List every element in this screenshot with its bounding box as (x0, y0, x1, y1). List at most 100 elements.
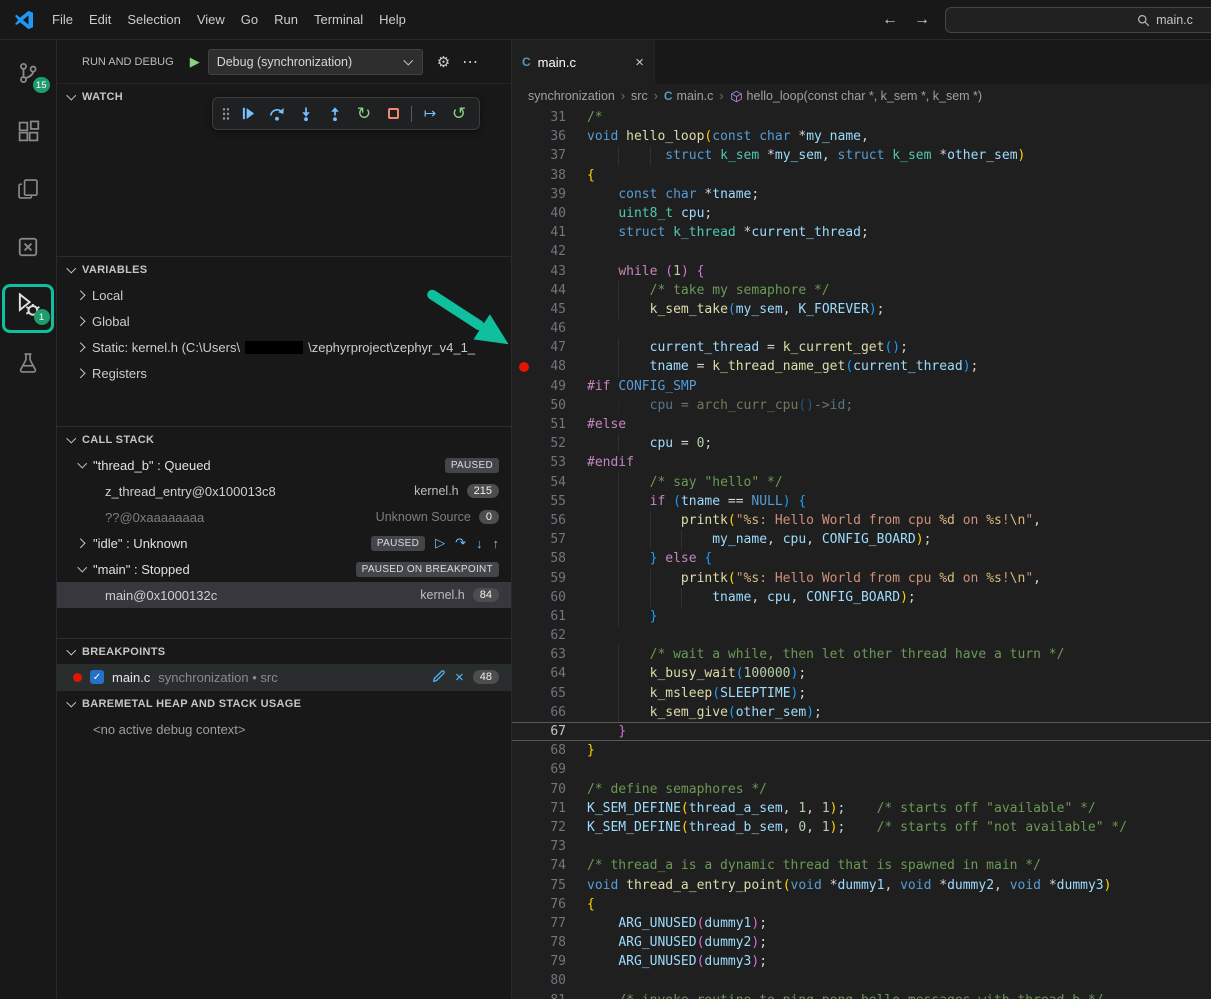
step-into-button[interactable] (295, 103, 317, 125)
code-text[interactable]: #else (587, 415, 626, 434)
code-line-44[interactable]: 44 /* take my semaphore */ (512, 281, 1211, 300)
line-number[interactable]: 56 (536, 511, 566, 530)
close-icon[interactable]: × (635, 55, 644, 70)
code-text[interactable]: void hello_loop(const char *my_name, (587, 127, 869, 146)
extensions-icon[interactable] (0, 102, 57, 160)
line-number[interactable]: 36 (536, 127, 566, 146)
test-flask-icon[interactable] (0, 334, 57, 392)
menu-help[interactable]: Help (371, 12, 414, 27)
code-text[interactable]: ARG_UNUSED(dummy2); (587, 933, 767, 952)
glyph-margin[interactable] (512, 338, 536, 357)
line-number[interactable]: 38 (536, 166, 566, 185)
code-line-71[interactable]: 71K_SEM_DEFINE(thread_a_sem, 1, 1); /* s… (512, 799, 1211, 818)
breakpoint-row[interactable]: ✓main.csynchronization • src×48 (57, 664, 511, 690)
code-line-80[interactable]: 80 (512, 971, 1211, 990)
glyph-margin[interactable] (512, 127, 536, 146)
code-line-61[interactable]: 61 } (512, 607, 1211, 626)
glyph-margin[interactable] (512, 607, 536, 626)
code-line-36[interactable]: 36 void hello_loop(const char *my_name, (512, 127, 1211, 146)
code-text[interactable]: k_sem_take(my_sem, K_FOREVER); (587, 300, 884, 319)
glyph-margin[interactable] (512, 319, 536, 338)
line-number[interactable]: 31 (536, 108, 566, 127)
code-text[interactable]: tname, cpu, CONFIG_BOARD); (587, 588, 916, 607)
continue-button[interactable] (237, 103, 259, 125)
line-number[interactable]: 70 (536, 780, 566, 799)
callstack-frame-row[interactable]: main@0x1000132ckernel.h84 (57, 582, 511, 608)
glyph-margin[interactable] (512, 146, 536, 165)
code-line-47[interactable]: 47 current_thread = k_current_get(); (512, 338, 1211, 357)
code-line-55[interactable]: 55 if (tname == NULL) { (512, 492, 1211, 511)
glyph-margin[interactable] (512, 914, 536, 933)
variables-item[interactable]: Registers (57, 360, 511, 386)
more-actions-icon[interactable]: ⋯ (462, 52, 479, 72)
breadcrumb-item[interactable]: hello_loop(const char *, k_sem *, k_sem … (730, 89, 983, 103)
breakpoint-glyph-margin[interactable] (512, 357, 536, 376)
code-line-75[interactable]: 75void thread_a_entry_point(void *dummy1… (512, 876, 1211, 895)
code-text[interactable]: { (587, 895, 595, 914)
line-number[interactable]: 51 (536, 415, 566, 434)
code-line-74[interactable]: 74/* thread_a is a dynamic thread that i… (512, 856, 1211, 875)
code-text[interactable]: uint8_t cpu; (587, 204, 712, 223)
line-number[interactable]: 64 (536, 664, 566, 683)
glyph-margin[interactable] (512, 818, 536, 837)
menu-go[interactable]: Go (233, 12, 266, 27)
code-line-67[interactable]: 67 } (512, 722, 1211, 741)
glyph-margin[interactable] (512, 895, 536, 914)
line-number[interactable]: 66 (536, 703, 566, 722)
call-stack-section-header[interactable]: CALL STACK (57, 426, 511, 452)
line-number[interactable]: 74 (536, 856, 566, 875)
code-line-50[interactable]: 50 cpu = arch_curr_cpu()->id; (512, 396, 1211, 415)
code-text[interactable]: { (587, 166, 595, 185)
glyph-margin[interactable] (512, 453, 536, 472)
restart-button[interactable]: ↻ (353, 103, 375, 125)
glyph-margin[interactable] (512, 281, 536, 300)
code-line-69[interactable]: 69 (512, 760, 1211, 779)
breadcrumb-item[interactable]: Cmain.c (664, 89, 714, 103)
glyph-margin[interactable] (512, 952, 536, 971)
remove-breakpoint-icon[interactable]: × (455, 670, 464, 685)
glyph-margin[interactable] (512, 415, 536, 434)
code-text[interactable]: current_thread = k_current_get(); (587, 338, 908, 357)
step-over-button[interactable] (266, 103, 288, 125)
forward-button[interactable]: → (914, 11, 930, 29)
code-text[interactable]: ARG_UNUSED(dummy1); (587, 914, 767, 933)
glyph-margin[interactable] (512, 473, 536, 492)
code-line-31[interactable]: 31/* (512, 108, 1211, 127)
code-line-63[interactable]: 63 /* wait a while, then let other threa… (512, 645, 1211, 664)
code-line-57[interactable]: 57 my_name, cpu, CONFIG_BOARD); (512, 530, 1211, 549)
line-number[interactable]: 76 (536, 895, 566, 914)
callstack-frame-row[interactable]: ??@0xaaaaaaaaUnknown Source0 (57, 504, 511, 530)
breakpoints-section-header[interactable]: BREAKPOINTS (57, 638, 511, 664)
line-number[interactable]: 75 (536, 876, 566, 895)
callstack-thread-row[interactable]: "main" : StoppedPAUSED ON BREAKPOINT (57, 556, 511, 582)
code-line-78[interactable]: 78 ARG_UNUSED(dummy2); (512, 933, 1211, 952)
glyph-margin[interactable] (512, 933, 536, 952)
code-line-48[interactable]: 48 tname = k_thread_name_get(current_thr… (512, 357, 1211, 376)
glyph-margin[interactable] (512, 242, 536, 261)
code-line-49[interactable]: 49#if CONFIG_SMP (512, 377, 1211, 396)
line-number[interactable]: 53 (536, 453, 566, 472)
back-button[interactable]: ← (882, 11, 898, 29)
x-tool-icon[interactable] (0, 218, 57, 276)
code-text[interactable]: while (1) { (587, 262, 704, 281)
callstack-thread-row[interactable]: "thread_b" : QueuedPAUSED (57, 452, 511, 478)
glyph-margin[interactable] (512, 396, 536, 415)
code-text[interactable]: k_sem_give(other_sem); (587, 703, 822, 722)
line-number[interactable]: 41 (536, 223, 566, 242)
menu-run[interactable]: Run (266, 12, 306, 27)
line-number[interactable]: 63 (536, 645, 566, 664)
copy-tool-icon[interactable] (0, 160, 57, 218)
line-number[interactable]: 54 (536, 473, 566, 492)
step-over-mini-icon[interactable]: ↷ (455, 535, 466, 551)
glyph-margin[interactable] (512, 262, 536, 281)
code-text[interactable]: cpu = arch_curr_cpu()->id; (587, 396, 853, 415)
code-text[interactable]: printk("%s: Hello World from cpu %d on %… (587, 569, 1041, 588)
code-line-60[interactable]: 60 tname, cpu, CONFIG_BOARD); (512, 588, 1211, 607)
menu-edit[interactable]: Edit (81, 12, 119, 27)
code-text[interactable]: /* wait a while, then let other thread h… (587, 645, 1064, 664)
code-text[interactable]: #endif (587, 453, 634, 472)
glyph-margin[interactable] (512, 569, 536, 588)
code-text[interactable]: /* take my semaphore */ (587, 281, 830, 300)
line-number[interactable]: 37 (536, 146, 566, 165)
step-out-button[interactable] (324, 103, 346, 125)
